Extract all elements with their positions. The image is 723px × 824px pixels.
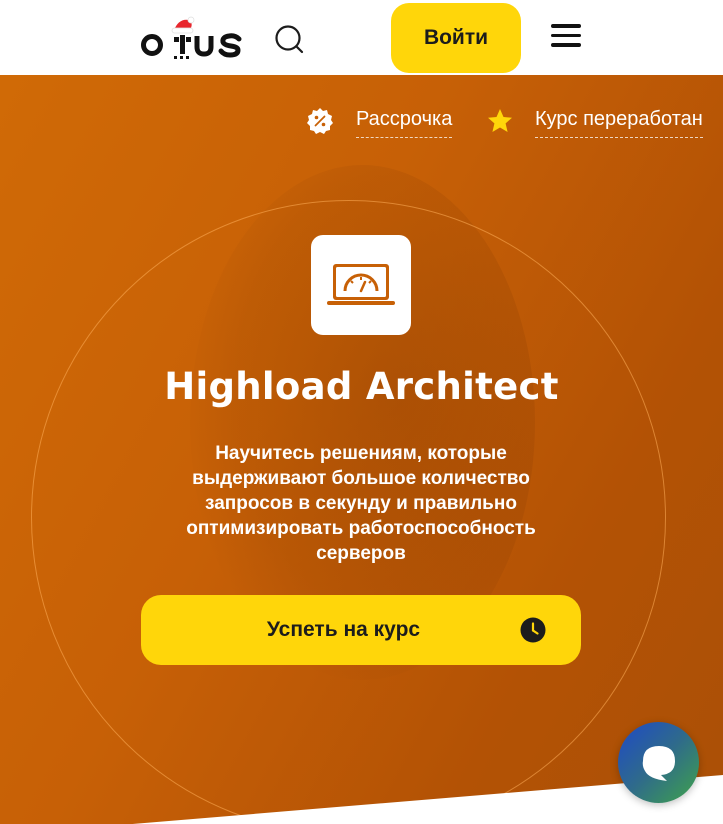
installment-badge-label: Рассрочка <box>356 109 453 138</box>
enroll-course-button-label: Успеть на курс <box>266 618 421 641</box>
login-button[interactable]: Войти <box>391 3 521 73</box>
hero-section: Рассрочка Курс переработан Highload Arch… <box>0 75 723 824</box>
course-title: Highload Architect <box>164 365 559 408</box>
percent-badge-icon <box>307 107 333 134</box>
course-description: Научитесь решениям, которые выдерживают … <box>186 443 536 564</box>
chat-bubble-icon <box>642 745 675 781</box>
installment-badge[interactable]: Рассрочка <box>306 107 453 138</box>
course-reworked-badge[interactable]: Курс переработан <box>486 108 703 138</box>
hamburger-menu-icon <box>551 24 581 47</box>
otus-logo[interactable] <box>141 14 245 62</box>
star-icon <box>488 108 512 132</box>
course-icon-tile <box>311 235 411 335</box>
search-icon <box>275 25 304 54</box>
hero-bottom-wedge <box>132 775 723 824</box>
enroll-course-button[interactable]: Успеть на курс <box>141 595 581 665</box>
site-header: Войти <box>0 0 723 75</box>
laptop-speedometer-icon <box>327 264 395 305</box>
clock-icon <box>520 617 546 643</box>
course-reworked-badge-label: Курс переработан <box>535 109 703 138</box>
chat-button[interactable] <box>618 722 699 803</box>
otus-logo-graphic <box>141 16 242 59</box>
menu-button[interactable] <box>551 24 581 50</box>
search-button[interactable] <box>272 22 306 56</box>
